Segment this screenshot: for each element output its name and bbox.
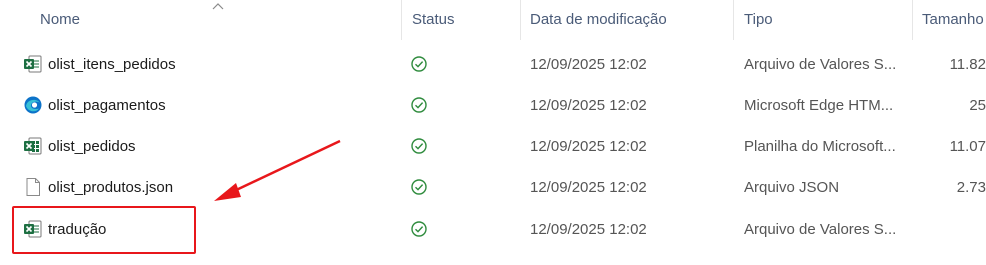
file-type: Arquivo JSON (744, 179, 840, 196)
synced-check-icon (411, 56, 427, 72)
file-size: 2.73 (956, 179, 986, 196)
file-date: 12/09/2025 12:02 (530, 56, 647, 73)
excel-sheet-icon (24, 137, 42, 155)
file-type: Microsoft Edge HTM... (744, 97, 894, 114)
file-date: 12/09/2025 12:02 (530, 97, 647, 114)
file-type: Planilha do Microsoft... (744, 138, 896, 155)
column-header-row: Nome Status Data de modificação Tipo Tam… (0, 0, 986, 40)
json-file-icon (26, 178, 40, 196)
file-row[interactable]: olist_pagamentos 12/09/2025 12:02 Micros… (0, 85, 986, 126)
file-type: Arquivo de Valores S... (744, 56, 897, 73)
file-date: 12/09/2025 12:02 (530, 221, 647, 238)
file-size: 11.82 (949, 56, 986, 73)
file-date: 12/09/2025 12:02 (530, 138, 647, 155)
file-row[interactable]: olist_itens_pedidos 12/09/2025 12:02 Arq… (0, 44, 986, 85)
column-header-status[interactable]: Status (412, 11, 455, 28)
file-size: 11.07 (949, 138, 986, 155)
file-name[interactable]: olist_itens_pedidos (48, 56, 176, 73)
synced-check-icon (411, 138, 427, 154)
column-divider[interactable] (733, 0, 734, 40)
column-divider[interactable] (520, 0, 521, 40)
column-header-date[interactable]: Data de modificação (530, 11, 667, 28)
column-header-size[interactable]: Tamanho (922, 11, 984, 28)
file-size: 25 (969, 97, 986, 114)
column-divider[interactable] (401, 0, 402, 40)
file-date: 12/09/2025 12:02 (530, 179, 647, 196)
file-type: Arquivo de Valores S... (744, 221, 897, 238)
file-row[interactable]: olist_produtos.json 12/09/2025 12:02 Arq… (0, 167, 986, 208)
annotation-highlight-box (12, 206, 196, 254)
file-name[interactable]: olist_pagamentos (48, 97, 166, 114)
synced-check-icon (411, 221, 427, 237)
column-header-name[interactable]: Nome (40, 11, 80, 28)
column-header-type[interactable]: Tipo (744, 11, 773, 28)
edge-html-icon (24, 96, 42, 114)
file-row[interactable]: olist_pedidos 12/09/2025 12:02 Planilha … (0, 126, 986, 167)
file-name[interactable]: olist_produtos.json (48, 179, 173, 196)
sort-ascending-icon (212, 3, 224, 10)
synced-check-icon (411, 97, 427, 113)
synced-check-icon (411, 179, 427, 195)
column-divider[interactable] (912, 0, 913, 40)
excel-csv-icon (24, 55, 42, 73)
file-name[interactable]: olist_pedidos (48, 138, 136, 155)
